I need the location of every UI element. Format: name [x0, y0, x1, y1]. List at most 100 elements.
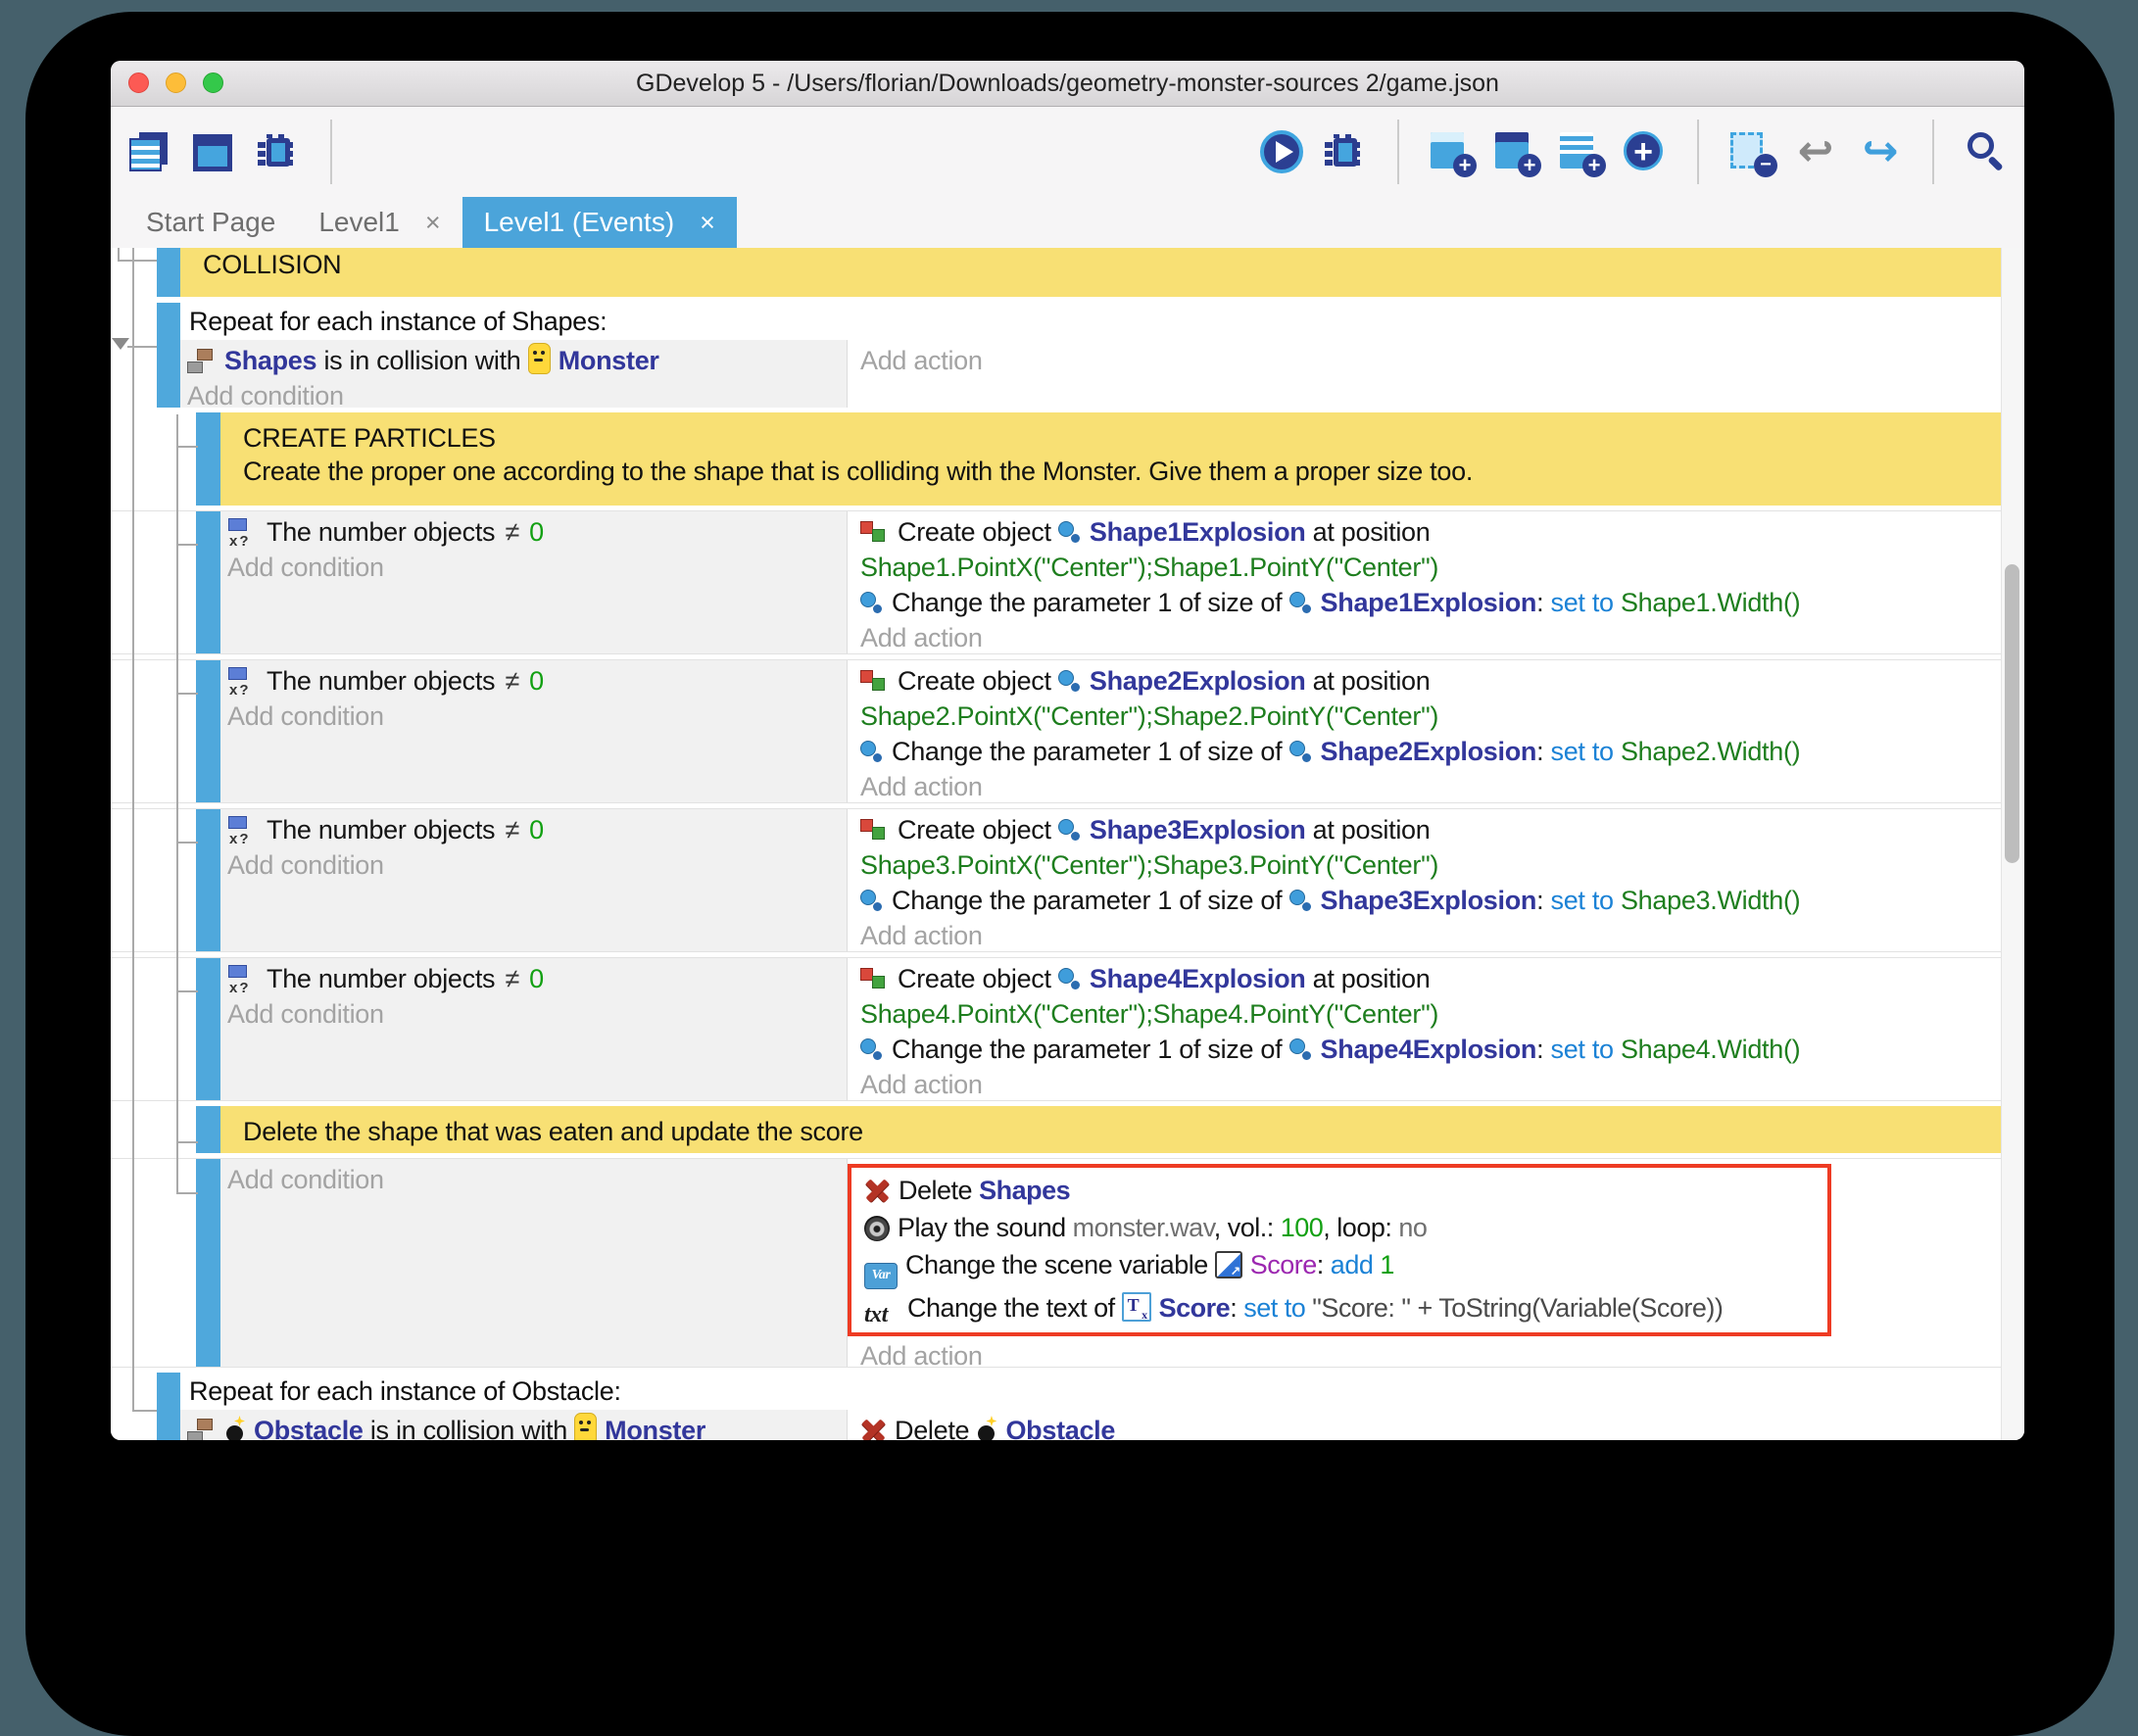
add-condition-button[interactable]: Add condition [227, 701, 384, 731]
actions-column[interactable]: Add action [848, 340, 2002, 408]
toolbar-right-group [1260, 120, 2009, 184]
text-object-icon [1122, 1292, 1151, 1322]
tab-close-icon[interactable]: × [700, 208, 715, 238]
bomb-icon [224, 1416, 246, 1440]
scrollbar-track[interactable] [2001, 248, 2024, 1440]
toolbar-separator [1932, 120, 1934, 184]
event-line: Change the parameter 1 of size of Shape3… [860, 883, 2002, 918]
scene-variable-icon [1215, 1251, 1242, 1278]
objects-count-icon [227, 516, 259, 546]
title-bar[interactable]: GDevelop 5 - /Users/florian/Downloads/ge… [111, 61, 2024, 107]
project-manager-icon[interactable] [126, 129, 171, 174]
debug-icon[interactable] [1323, 129, 1368, 174]
event-row[interactable]: The number objects ≠ 0Add condition Creat… [111, 659, 2002, 803]
conditions-column[interactable]: The number objects ≠ 0Add condition [220, 660, 848, 802]
add-condition-button[interactable]: Add condition [227, 553, 384, 582]
text-segment: Shape2Explosion [1090, 666, 1306, 696]
text-segment: 0 [522, 517, 544, 547]
text-segment: Shape4Explosion [1090, 964, 1306, 993]
text-segment: set to [1243, 1293, 1305, 1323]
particle-icon [860, 1037, 884, 1063]
add-action-button[interactable]: Add action [860, 346, 983, 375]
event-indent-bar [196, 511, 220, 653]
event-row[interactable]: The number objects ≠ 0 Add condition Creat… [111, 510, 2002, 654]
comment-row[interactable]: COLLISION [111, 248, 2002, 297]
event-row[interactable]: The number objects ≠ 0Add conditionCreat… [111, 808, 2002, 952]
tab-level1-events-[interactable]: Level1 (Events)× [462, 197, 737, 248]
add-action-button[interactable]: Add action [860, 921, 983, 950]
gdevelop-window: GDevelop 5 - /Users/florian/Downloads/ge… [111, 61, 2024, 1440]
text-segment: ≠ [502, 517, 522, 547]
play-icon[interactable] [1260, 130, 1303, 173]
add-action-button[interactable]: Add action [860, 1341, 983, 1368]
add-condition-button[interactable]: Add condition [227, 999, 384, 1029]
add-action-button[interactable]: Add action [860, 772, 983, 801]
event-indent-bar [157, 303, 180, 408]
add-action-button[interactable]: Add action [860, 1070, 983, 1099]
event-row[interactable]: The number objects ≠ 0Add conditionCreat… [111, 957, 2002, 1101]
actions-column[interactable]: Create object Shape3Explosion at positio… [848, 809, 2002, 951]
tree-line [127, 346, 157, 348]
actions-column[interactable]: Create object Shape2Explosion at positio… [848, 660, 2002, 802]
particle-icon [1289, 889, 1313, 914]
event-row[interactable]: Repeat for each instance of Obstacle:Obs… [111, 1373, 2002, 1440]
text-segment: ≠ [502, 666, 522, 696]
objects-count-icon [227, 963, 259, 992]
event-line: Create object Shape2Explosion at positio… [860, 663, 2002, 699]
event-line: Add condition [187, 378, 847, 408]
redo-icon[interactable] [1858, 129, 1903, 174]
tab-close-icon[interactable]: × [425, 208, 441, 238]
preview-window-icon[interactable] [191, 129, 236, 174]
add-comment-icon[interactable] [1558, 129, 1603, 174]
tree-line [176, 446, 198, 448]
text-segment: The number objects [267, 517, 502, 547]
add-condition-button[interactable]: Add condition [187, 381, 344, 408]
scrollbar-thumb[interactable] [2005, 564, 2019, 863]
actions-column[interactable]: Create object Shape4Explosion at positio… [848, 958, 2002, 1100]
undo-icon[interactable] [1793, 129, 1838, 174]
actions-column[interactable]: Delete ShapesPlay the sound monster.wav,… [848, 1159, 2002, 1367]
text-segment: : [1536, 737, 1550, 766]
conditions-column[interactable]: The number objects ≠ 0Add condition [220, 809, 848, 951]
objects-count-icon [227, 814, 259, 844]
event-line: Shape3.PointX("Center");Shape3.PointY("C… [860, 847, 2002, 883]
conditions-column[interactable]: The number objects ≠ 0Add condition [220, 958, 848, 1100]
text-segment: add [1331, 1250, 1374, 1279]
event-line: Add action [860, 1338, 2002, 1368]
actions-column[interactable]: Delete Obstacle [848, 1410, 2002, 1440]
collapse-arrow-icon[interactable] [112, 338, 129, 350]
comment-row[interactable]: CREATE PARTICLESCreate the proper one ac… [111, 412, 2002, 506]
particle-icon [860, 740, 884, 765]
text-segment: , loop: [1323, 1213, 1398, 1242]
conditions-column[interactable]: The number objects ≠ 0 Add condition [220, 511, 848, 653]
add-subevent-icon[interactable] [1493, 129, 1538, 174]
text-segment: : [1230, 1293, 1243, 1323]
conditions-column[interactable]: Shapes is in collision with MonsterAdd c… [180, 340, 848, 408]
search-icon[interactable] [1964, 129, 2009, 174]
text-segment: Shape4.Width() [1614, 1035, 1801, 1064]
text-segment: Shape2.PointX("Center");Shape2.PointY("C… [860, 701, 1438, 731]
comment-row[interactable]: Delete the shape that was eaten and upda… [111, 1106, 2002, 1153]
remove-event-icon[interactable] [1728, 129, 1774, 174]
add-new-icon[interactable] [1623, 129, 1668, 174]
event-line: Play the sound monster.wav, vol.: 100, l… [864, 1209, 1827, 1246]
event-row[interactable]: Repeat for each instance of Shapes:Shape… [111, 303, 2002, 408]
add-condition-button[interactable]: Add condition [227, 850, 384, 880]
conditions-column[interactable]: Obstacle is in collision with Monster [180, 1410, 848, 1440]
conditions-column[interactable]: Add condition [220, 1159, 848, 1367]
text-segment: no [1398, 1213, 1427, 1242]
debugger-icon[interactable] [256, 129, 301, 174]
create-object-icon [860, 667, 890, 695]
create-object-icon [860, 518, 890, 546]
text-segment: : [1536, 886, 1550, 915]
add-action-button[interactable]: Add action [860, 623, 983, 652]
text-segment: at position [1305, 964, 1430, 993]
actions-column[interactable]: Create object Shape1Explosion at positio… [848, 511, 2002, 653]
event-row[interactable]: Add condition Delete ShapesPlay the sound… [111, 1158, 2002, 1368]
tab-level1[interactable]: Level1× [297, 197, 462, 248]
tab-start-page[interactable]: Start Page [124, 197, 297, 248]
comment-line: Create the proper one according to the s… [243, 455, 2002, 488]
event-indent-bar [196, 1106, 220, 1153]
add-event-icon[interactable] [1429, 129, 1474, 174]
add-condition-button[interactable]: Add condition [227, 1165, 384, 1194]
